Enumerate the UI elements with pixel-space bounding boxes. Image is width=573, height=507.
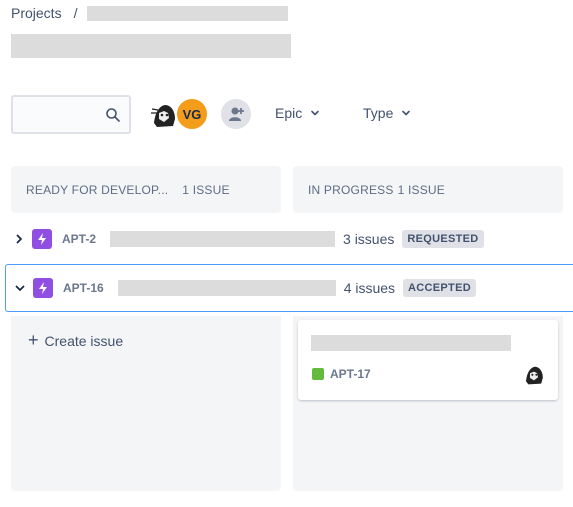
epic-summary-redacted bbox=[110, 231, 336, 247]
plus-icon: + bbox=[28, 330, 39, 350]
epic-icon bbox=[32, 229, 52, 249]
breadcrumb: Projects / bbox=[11, 5, 289, 21]
column-header-in-progress: IN PROGRESS 1 ISSUE bbox=[293, 166, 563, 213]
avatar-vg[interactable]: VG bbox=[175, 97, 209, 131]
breadcrumb-projects-link[interactable]: Projects bbox=[11, 5, 62, 21]
type-filter-label: Type bbox=[363, 105, 394, 121]
search-input[interactable] bbox=[11, 95, 131, 134]
status-badge: ACCEPTED bbox=[403, 279, 476, 297]
add-people-icon bbox=[229, 107, 244, 121]
status-badge: REQUESTED bbox=[402, 230, 484, 248]
avatar[interactable] bbox=[522, 362, 546, 386]
epic-issues-count: 3 issues bbox=[343, 231, 395, 247]
epic-filter-label: Epic bbox=[275, 105, 303, 121]
epic-key[interactable]: APT-16 bbox=[63, 281, 104, 295]
column-issue-count: 1 ISSUE bbox=[182, 182, 230, 197]
epic-key[interactable]: APT-2 bbox=[62, 232, 96, 246]
type-filter-button[interactable]: Type bbox=[363, 105, 411, 121]
create-issue-button[interactable]: + Create issue bbox=[28, 330, 123, 351]
epic-filter-button[interactable]: Epic bbox=[275, 105, 320, 121]
user-avatar-icon bbox=[522, 362, 546, 386]
breadcrumb-project-redacted[interactable] bbox=[87, 5, 289, 21]
page-title-redacted bbox=[11, 34, 291, 58]
column-header-ready: READY FOR DEVELOP... 1 ISSUE bbox=[11, 166, 281, 213]
chevron-down-icon[interactable] bbox=[15, 283, 25, 293]
search-icon bbox=[106, 108, 120, 122]
card-summary-redacted bbox=[311, 335, 511, 351]
lightning-icon bbox=[39, 282, 47, 294]
add-people-button[interactable] bbox=[219, 97, 253, 131]
column-title: READY FOR DEVELOP... bbox=[26, 182, 169, 197]
column-title: IN PROGRESS bbox=[308, 182, 394, 197]
epic-icon bbox=[33, 278, 53, 298]
create-issue-label: Create issue bbox=[44, 332, 124, 349]
bookmark-icon bbox=[312, 368, 324, 380]
chevron-right-icon[interactable] bbox=[14, 234, 24, 244]
chevron-down-icon bbox=[402, 110, 411, 116]
epic-issues-count: 4 issues bbox=[343, 280, 396, 296]
lightning-icon bbox=[38, 233, 46, 245]
column-issue-count: 1 ISSUE bbox=[397, 182, 445, 197]
chevron-down-icon bbox=[311, 110, 320, 116]
breadcrumb-separator: / bbox=[73, 5, 78, 21]
card-issue-key[interactable]: APT-17 bbox=[330, 367, 371, 381]
swimlane-apt-16[interactable]: APT-16 4 issues ACCEPTED bbox=[5, 264, 573, 312]
swimlane-apt-2[interactable]: APT-2 3 issues REQUESTED bbox=[5, 214, 573, 264]
epic-summary-redacted bbox=[117, 280, 336, 296]
issue-card[interactable]: APT-17 bbox=[298, 320, 558, 400]
